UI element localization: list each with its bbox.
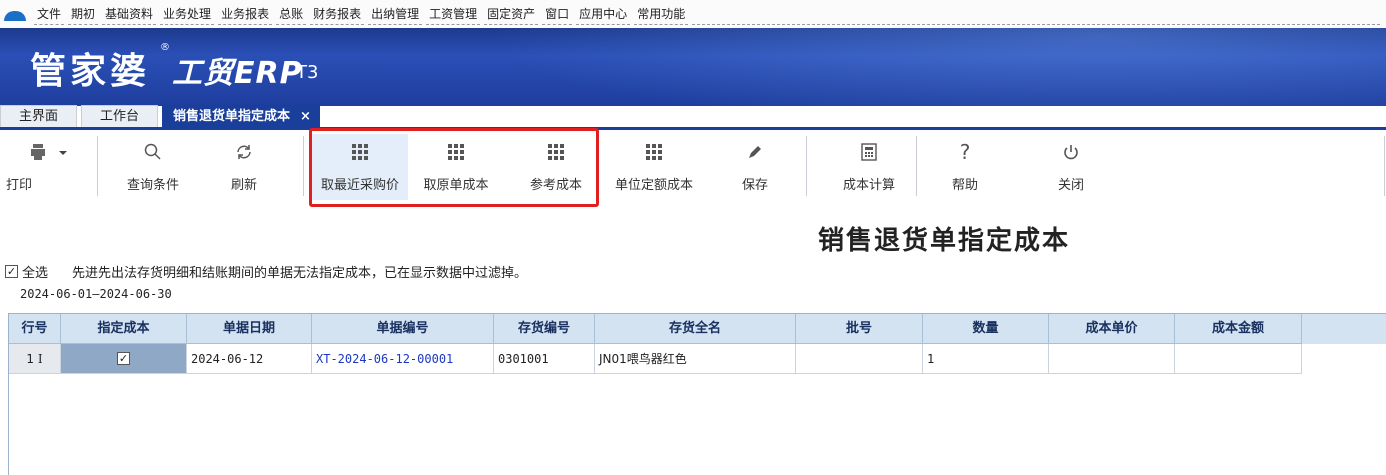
toolbar-separator: [806, 136, 807, 196]
query-conditions-label: 查询条件: [126, 178, 179, 193]
toolbar-separator: [97, 136, 98, 196]
printer-icon: [31, 134, 67, 170]
menu-ledger[interactable]: 总账: [276, 3, 307, 25]
power-icon: [1062, 134, 1080, 170]
cell-item-name: JN01喂鸟器红色: [595, 344, 796, 374]
query-conditions-button[interactable]: 查询条件: [112, 134, 194, 200]
highlight-box: [309, 128, 599, 207]
menu-opening[interactable]: 期初: [68, 3, 99, 25]
col-doc-number[interactable]: 单据编号: [312, 314, 494, 344]
toolbar: 打印 查询条件 刷新 取最近采购价 取原单成本 参考成本 单位定额成本 保存 成…: [0, 130, 1386, 206]
col-row-no[interactable]: 行号: [9, 314, 61, 344]
tab-workbench[interactable]: 工作台: [81, 105, 159, 127]
calculator-icon: [861, 134, 877, 170]
menu-window[interactable]: 窗口: [542, 3, 573, 25]
unit-quota-cost-label: 单位定额成本: [614, 178, 693, 193]
cost-calculation-button[interactable]: 成本计算: [826, 134, 912, 200]
save-label: 保存: [741, 178, 768, 193]
cell-assign-cost: ✓: [61, 344, 187, 374]
app-banner: 管家婆 ® 工贸ERP T3: [0, 28, 1386, 106]
cell-item-code: 0301001: [494, 344, 595, 374]
toolbar-separator: [303, 136, 304, 196]
menu-app-center[interactable]: 应用中心: [576, 3, 631, 25]
menu-common[interactable]: 常用功能: [634, 3, 689, 25]
menu-financial-reports[interactable]: 财务报表: [310, 3, 365, 25]
cell-row-no: 1 I: [9, 344, 61, 374]
col-batch[interactable]: 批号: [796, 314, 923, 344]
date-range: 2024-06-01—2024-06-30: [20, 287, 172, 301]
cell-unit-cost[interactable]: [1049, 344, 1175, 374]
col-doc-date[interactable]: 单据日期: [187, 314, 312, 344]
close-label: 关闭: [1057, 178, 1084, 193]
grid-icon: [646, 134, 662, 170]
menu-payroll[interactable]: 工资管理: [426, 3, 481, 25]
col-quantity[interactable]: 数量: [923, 314, 1049, 344]
cost-table: 行号 指定成本 单据日期 单据编号 存货编号 存货全名 批号 数量 成本单价 成…: [8, 313, 1386, 475]
search-icon: [144, 134, 162, 170]
menu-fixed-assets[interactable]: 固定资产: [484, 3, 539, 25]
select-all-label: 全选: [22, 266, 49, 281]
print-label: 打印: [6, 178, 33, 193]
refresh-button[interactable]: 刷新: [214, 134, 274, 200]
tab-sales-return-cost[interactable]: 销售退货单指定成本 ×: [162, 105, 320, 127]
help-button[interactable]: ? 帮助: [940, 134, 990, 200]
app-icon[interactable]: [4, 11, 26, 21]
cell-doc-date: 2024-06-12: [187, 344, 312, 374]
refresh-icon: [235, 134, 253, 170]
menu-basic-data[interactable]: 基础资料: [102, 3, 157, 25]
select-all-checkbox[interactable]: ✓: [5, 265, 18, 278]
tab-main-label: 主界面: [19, 109, 59, 124]
pen-icon: [746, 134, 764, 170]
logo-brand: 管家婆: [30, 51, 151, 92]
refresh-label: 刷新: [230, 178, 257, 193]
col-unit-cost[interactable]: 成本单价: [1049, 314, 1175, 344]
page-title: 销售退货单指定成本: [818, 226, 1071, 256]
help-label: 帮助: [951, 178, 978, 193]
print-button[interactable]: 打印: [4, 134, 94, 200]
logo-product: 工贸ERP: [172, 56, 303, 91]
cell-doc-number[interactable]: XT-2024-06-12-00001: [312, 344, 494, 374]
cell-batch[interactable]: [796, 344, 923, 374]
menu-bar: 文件 期初 基础资料 业务处理 业务报表 总账 财务报表 出纳管理 工资管理 固…: [0, 0, 1386, 28]
logo-version: T3: [296, 62, 319, 83]
col-cost-amount[interactable]: 成本金额: [1175, 314, 1302, 344]
col-item-code[interactable]: 存货编号: [494, 314, 595, 344]
toolbar-separator: [1384, 136, 1385, 196]
save-button[interactable]: 保存: [730, 134, 780, 200]
banner-glow: [380, 28, 1386, 106]
cost-calculation-label: 成本计算: [842, 178, 895, 193]
logo-registered: ®: [160, 42, 170, 53]
col-item-name[interactable]: 存货全名: [595, 314, 796, 344]
close-button[interactable]: 关闭: [1046, 134, 1096, 200]
cell-quantity: 1: [923, 344, 1049, 374]
filter-notice: 先进先出法存货明细和结账期间的单据无法指定成本，已在显示数据中过滤掉。: [72, 266, 528, 281]
table-header: 行号 指定成本 单据日期 单据编号 存货编号 存货全名 批号 数量 成本单价 成…: [9, 314, 1386, 344]
unit-quota-cost-button[interactable]: 单位定额成本: [606, 134, 702, 200]
col-assign-cost[interactable]: 指定成本: [61, 314, 187, 344]
cell-cost-amount[interactable]: [1175, 344, 1302, 374]
menu-business-reports[interactable]: 业务报表: [218, 3, 273, 25]
menu-filler: [692, 3, 1380, 25]
filter-row: ✓ 全选 先进先出法存货明细和结账期间的单据无法指定成本，已在显示数据中过滤掉。: [5, 262, 527, 281]
tab-workbench-label: 工作台: [100, 109, 140, 124]
help-icon: ?: [959, 140, 971, 164]
menu-file[interactable]: 文件: [34, 3, 65, 25]
menu-business[interactable]: 业务处理: [160, 3, 215, 25]
close-tab-icon[interactable]: ×: [300, 109, 311, 124]
menu-cashier[interactable]: 出纳管理: [368, 3, 423, 25]
tab-bar: 主界面 工作台 销售退货单指定成本 ×: [0, 105, 1386, 130]
tab-sales-return-cost-label: 销售退货单指定成本: [173, 109, 291, 124]
table-row[interactable]: 1 I ✓ 2024-06-12 XT-2024-06-12-00001 030…: [9, 344, 1386, 374]
tab-main[interactable]: 主界面: [0, 105, 78, 127]
row-assign-checkbox[interactable]: ✓: [117, 352, 130, 365]
toolbar-separator: [916, 136, 917, 196]
